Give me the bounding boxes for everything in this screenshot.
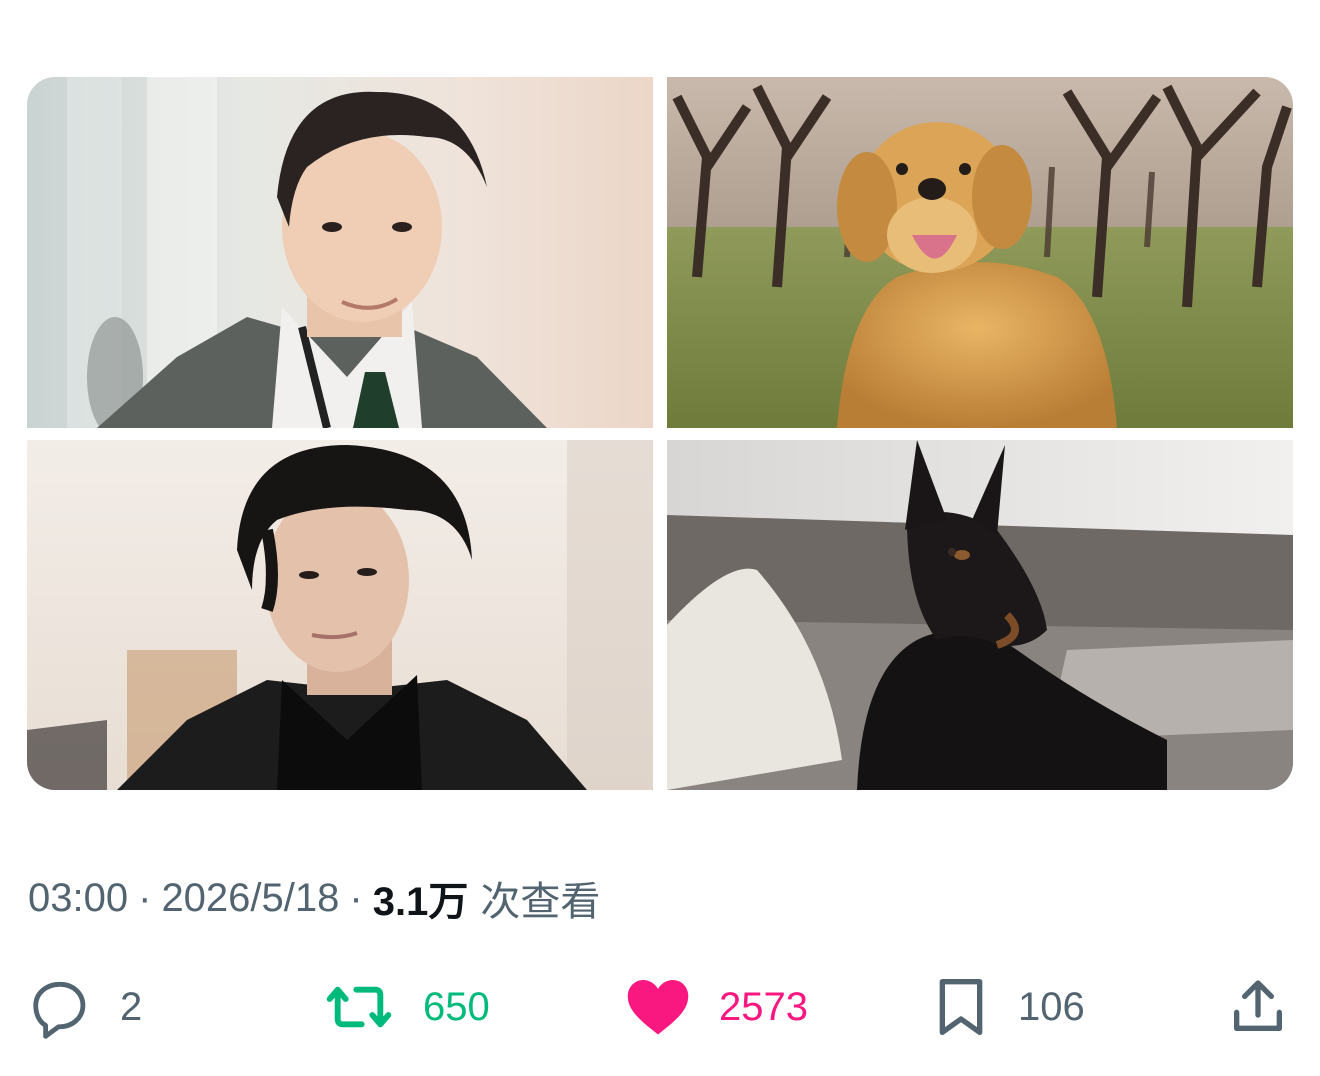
like-button[interactable]: 2573 [625, 972, 808, 1042]
views-label: 次查看 [480, 880, 601, 924]
reply-count: 2 [120, 984, 143, 1029]
meta-separator: · [349, 875, 363, 920]
tweet-action-bar: 2 650 2573 106 [0, 972, 1320, 1042]
bookmark-count: 106 [1018, 984, 1085, 1029]
share-icon [1226, 975, 1290, 1039]
photo-man-grey-suit[interactable] [27, 77, 653, 428]
tweet-time[interactable]: 03:00 [28, 876, 128, 921]
reply-icon [28, 975, 92, 1039]
heart-icon [625, 975, 691, 1039]
bookmark-button[interactable]: 106 [932, 972, 1085, 1042]
tweet-date[interactable]: 2026/5/18 [161, 876, 339, 921]
photo-man-grey-suit-image [27, 77, 653, 428]
retweet-button[interactable]: 650 [323, 972, 490, 1042]
reply-button[interactable]: 2 [28, 972, 142, 1042]
photo-golden-retriever-image [667, 77, 1293, 428]
bookmark-icon [932, 975, 990, 1039]
photo-man-black-suit[interactable] [27, 440, 653, 790]
share-button[interactable] [1226, 972, 1290, 1042]
retweet-icon [323, 975, 395, 1039]
photo-doberman-image [667, 440, 1293, 790]
meta-separator: · [138, 875, 152, 920]
photo-man-black-suit-image [27, 440, 653, 790]
retweet-count: 650 [423, 984, 490, 1029]
photo-golden-retriever[interactable] [667, 77, 1293, 428]
photo-doberman[interactable] [667, 440, 1293, 790]
tweet-meta-line: 03:00 · 2026/5/18 · 3.1万 次查看 [28, 870, 600, 926]
like-count: 2573 [719, 984, 808, 1029]
tweet-media-grid [27, 77, 1293, 790]
views-count[interactable]: 3.1万 [373, 869, 469, 927]
